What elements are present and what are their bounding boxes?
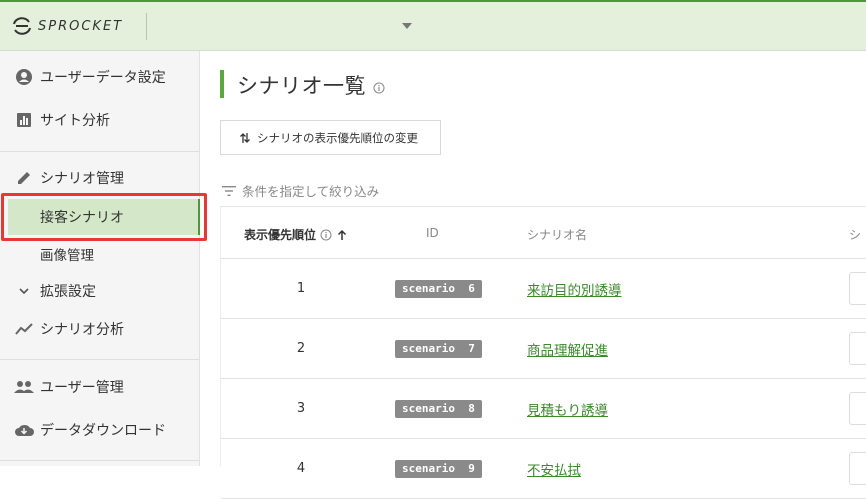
filter-toggle[interactable]: 条件を指定して絞り込み bbox=[222, 181, 379, 200]
header-divider bbox=[146, 13, 147, 40]
sidebar-item-label: ユーザーデータ設定 bbox=[40, 70, 166, 86]
pencil-icon bbox=[14, 168, 34, 188]
column-header-id[interactable]: ID bbox=[426, 226, 439, 240]
column-header-truncated[interactable]: シ bbox=[849, 226, 861, 243]
people-icon bbox=[14, 377, 34, 397]
bar-chart-icon bbox=[14, 110, 34, 130]
highlight-annotation-box bbox=[1, 193, 207, 241]
cloud-download-icon bbox=[14, 420, 34, 440]
scenario-table: 表示優先順位 ID シナリオ名 シ 1 scenario 6 来訪目的別誘導 2… bbox=[220, 206, 866, 499]
row-action-button[interactable] bbox=[849, 272, 866, 305]
sidebar-item-label: サイト分析 bbox=[40, 113, 110, 129]
scenario-name-link[interactable]: 見積もり誘導 bbox=[527, 399, 608, 419]
account-circle-icon bbox=[14, 67, 34, 87]
info-icon[interactable] bbox=[373, 79, 385, 98]
sidebar-divider bbox=[0, 359, 199, 360]
sidebar-item-label: ユーザー管理 bbox=[40, 380, 124, 396]
scenario-id-badge: scenario 6 bbox=[395, 280, 482, 298]
filter-label: 条件を指定して絞り込み bbox=[242, 184, 380, 199]
sidebar: ユーザーデータ設定 サイト分析 シナリオ管理 接客シナリオ 画像管理 拡張設定 … bbox=[0, 51, 200, 466]
title-accent-bar bbox=[220, 70, 224, 98]
sidebar-item-label: データダウンロード bbox=[40, 423, 166, 439]
sidebar-item-label: 画像管理 bbox=[40, 248, 94, 264]
column-header-name[interactable]: シナリオ名 bbox=[527, 226, 587, 243]
scenario-id-badge: scenario 8 bbox=[395, 400, 482, 418]
logo-text: SPROCKET bbox=[38, 18, 124, 34]
column-header-priority[interactable]: 表示優先順位 bbox=[244, 226, 348, 243]
scenario-id-badge: scenario 9 bbox=[395, 460, 482, 478]
table-header: 表示優先順位 ID シナリオ名 シ bbox=[221, 207, 866, 259]
priority-cell: 2 bbox=[296, 341, 306, 356]
info-icon[interactable] bbox=[320, 229, 332, 241]
sprocket-logo-icon bbox=[13, 17, 31, 35]
row-action-button[interactable] bbox=[849, 452, 866, 485]
sidebar-item-data-download[interactable]: データダウンロード bbox=[0, 412, 199, 448]
table-row: 1 scenario 6 来訪目的別誘導 bbox=[221, 259, 866, 319]
sidebar-item-label: 拡張設定 bbox=[40, 284, 96, 300]
priority-cell: 1 bbox=[296, 281, 306, 296]
sidebar-item-extension-settings[interactable]: 拡張設定 bbox=[0, 273, 199, 309]
trending-up-icon bbox=[14, 319, 34, 339]
sidebar-item-label: シナリオ管理 bbox=[40, 171, 124, 187]
table-row: 4 scenario 9 不安払拭 bbox=[221, 439, 866, 499]
sidebar-divider bbox=[0, 460, 199, 461]
top-header: SPROCKET bbox=[0, 0, 866, 51]
scenario-name-link[interactable]: 来訪目的別誘導 bbox=[527, 279, 622, 299]
caret-down-icon[interactable] bbox=[402, 23, 412, 29]
sidebar-item-user-management[interactable]: ユーザー管理 bbox=[0, 369, 199, 405]
scenario-name-link[interactable]: 商品理解促進 bbox=[527, 339, 608, 359]
chevron-down-icon bbox=[14, 281, 34, 301]
row-action-button[interactable] bbox=[849, 392, 866, 425]
sidebar-item-user-data-settings[interactable]: ユーザーデータ設定 bbox=[0, 59, 199, 95]
column-header-label: 表示優先順位 bbox=[244, 228, 317, 242]
scenario-id-badge: scenario 7 bbox=[395, 340, 482, 358]
filter-list-icon bbox=[222, 185, 236, 196]
priority-cell: 3 bbox=[296, 401, 306, 416]
sidebar-item-site-analysis[interactable]: サイト分析 bbox=[0, 102, 199, 138]
page-title: シナリオ一覧 bbox=[237, 74, 366, 98]
priority-cell: 4 bbox=[296, 461, 306, 476]
sidebar-divider bbox=[0, 151, 199, 152]
row-action-button[interactable] bbox=[849, 332, 866, 365]
sidebar-item-scenario-analysis[interactable]: シナリオ分析 bbox=[0, 311, 199, 347]
sort-arrow-up-icon[interactable] bbox=[336, 229, 348, 241]
sidebar-item-label: シナリオ分析 bbox=[40, 322, 124, 338]
table-row: 2 scenario 7 商品理解促進 bbox=[221, 319, 866, 379]
change-priority-label: シナリオの表示優先順位の変更 bbox=[257, 130, 418, 145]
table-row: 3 scenario 8 見積もり誘導 bbox=[221, 379, 866, 439]
change-priority-button[interactable]: シナリオの表示優先順位の変更 bbox=[220, 120, 441, 155]
sidebar-item-scenario-management[interactable]: シナリオ管理 bbox=[0, 160, 199, 196]
sprocket-logo[interactable]: SPROCKET bbox=[11, 14, 123, 38]
swap-vertical-icon bbox=[239, 132, 251, 144]
sidebar-item-image-management[interactable]: 画像管理 bbox=[0, 236, 199, 272]
scenario-name-link[interactable]: 不安払拭 bbox=[527, 459, 581, 479]
